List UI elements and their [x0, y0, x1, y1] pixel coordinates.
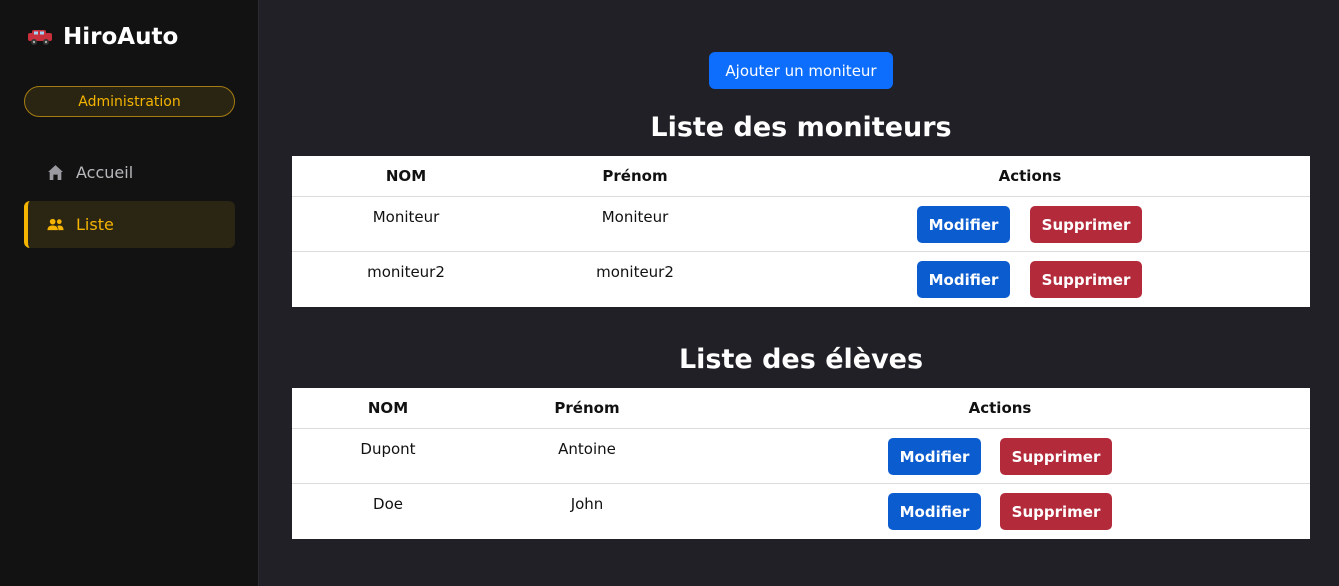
moniteurs-table: NOM Prénom Actions Moniteur Moniteur Mod… — [292, 156, 1310, 307]
table-row: Dupont Antoine Modifier Supprimer — [292, 429, 1310, 484]
table-header: NOM Prénom Actions — [292, 388, 1310, 429]
add-moniteur-button[interactable]: Ajouter un moniteur — [709, 52, 893, 89]
moniteurs-title: Liste des moniteurs — [650, 112, 952, 143]
car-icon — [28, 30, 52, 45]
edit-button[interactable]: Modifier — [917, 206, 1010, 243]
sidebar-item-liste[interactable]: Liste — [24, 201, 235, 248]
delete-button[interactable]: Supprimer — [1000, 438, 1112, 475]
users-icon — [47, 218, 64, 231]
sidebar: HiroAuto Administration Accueil Liste — [0, 0, 259, 586]
eleves-title: Liste des élèves — [678, 344, 924, 375]
table-row: Doe John Modifier Supprimer — [292, 484, 1310, 539]
cell-nom: Moniteur — [372, 208, 440, 226]
delete-button[interactable]: Supprimer — [1030, 206, 1142, 243]
table-header: NOM Prénom Actions — [292, 156, 1310, 197]
home-icon — [48, 165, 63, 180]
table-row: moniteur2 moniteur2 Modifier Supprimer — [292, 252, 1310, 307]
cell-nom: Doe — [373, 495, 403, 513]
cell-prenom: Moniteur — [601, 208, 669, 226]
brand[interactable]: HiroAuto — [27, 24, 178, 50]
column-header-actions: Actions — [998, 167, 1062, 185]
delete-button[interactable]: Supprimer — [1000, 493, 1112, 530]
cell-prenom: Antoine — [558, 440, 616, 458]
eleves-table: NOM Prénom Actions Dupont Antoine Modifi… — [292, 388, 1310, 539]
column-header-prenom: Prénom — [602, 167, 668, 185]
column-header-prenom: Prénom — [554, 399, 620, 417]
sidebar-item-label: Liste — [76, 215, 114, 234]
brand-name: HiroAuto — [63, 24, 179, 50]
edit-button[interactable]: Modifier — [888, 493, 981, 530]
column-header-nom: NOM — [385, 167, 427, 185]
sidebar-item-label: Accueil — [76, 163, 134, 182]
sidebar-item-accueil[interactable]: Accueil — [24, 149, 235, 196]
cell-prenom: John — [570, 495, 604, 513]
cell-nom: Dupont — [360, 440, 416, 458]
role-badge: Administration — [24, 86, 235, 117]
edit-button[interactable]: Modifier — [888, 438, 981, 475]
column-header-actions: Actions — [968, 399, 1032, 417]
cell-nom: moniteur2 — [367, 263, 445, 281]
table-row: Moniteur Moniteur Modifier Supprimer — [292, 197, 1310, 252]
cell-prenom: moniteur2 — [596, 263, 674, 281]
delete-button[interactable]: Supprimer — [1030, 261, 1142, 298]
column-header-nom: NOM — [367, 399, 409, 417]
edit-button[interactable]: Modifier — [917, 261, 1010, 298]
